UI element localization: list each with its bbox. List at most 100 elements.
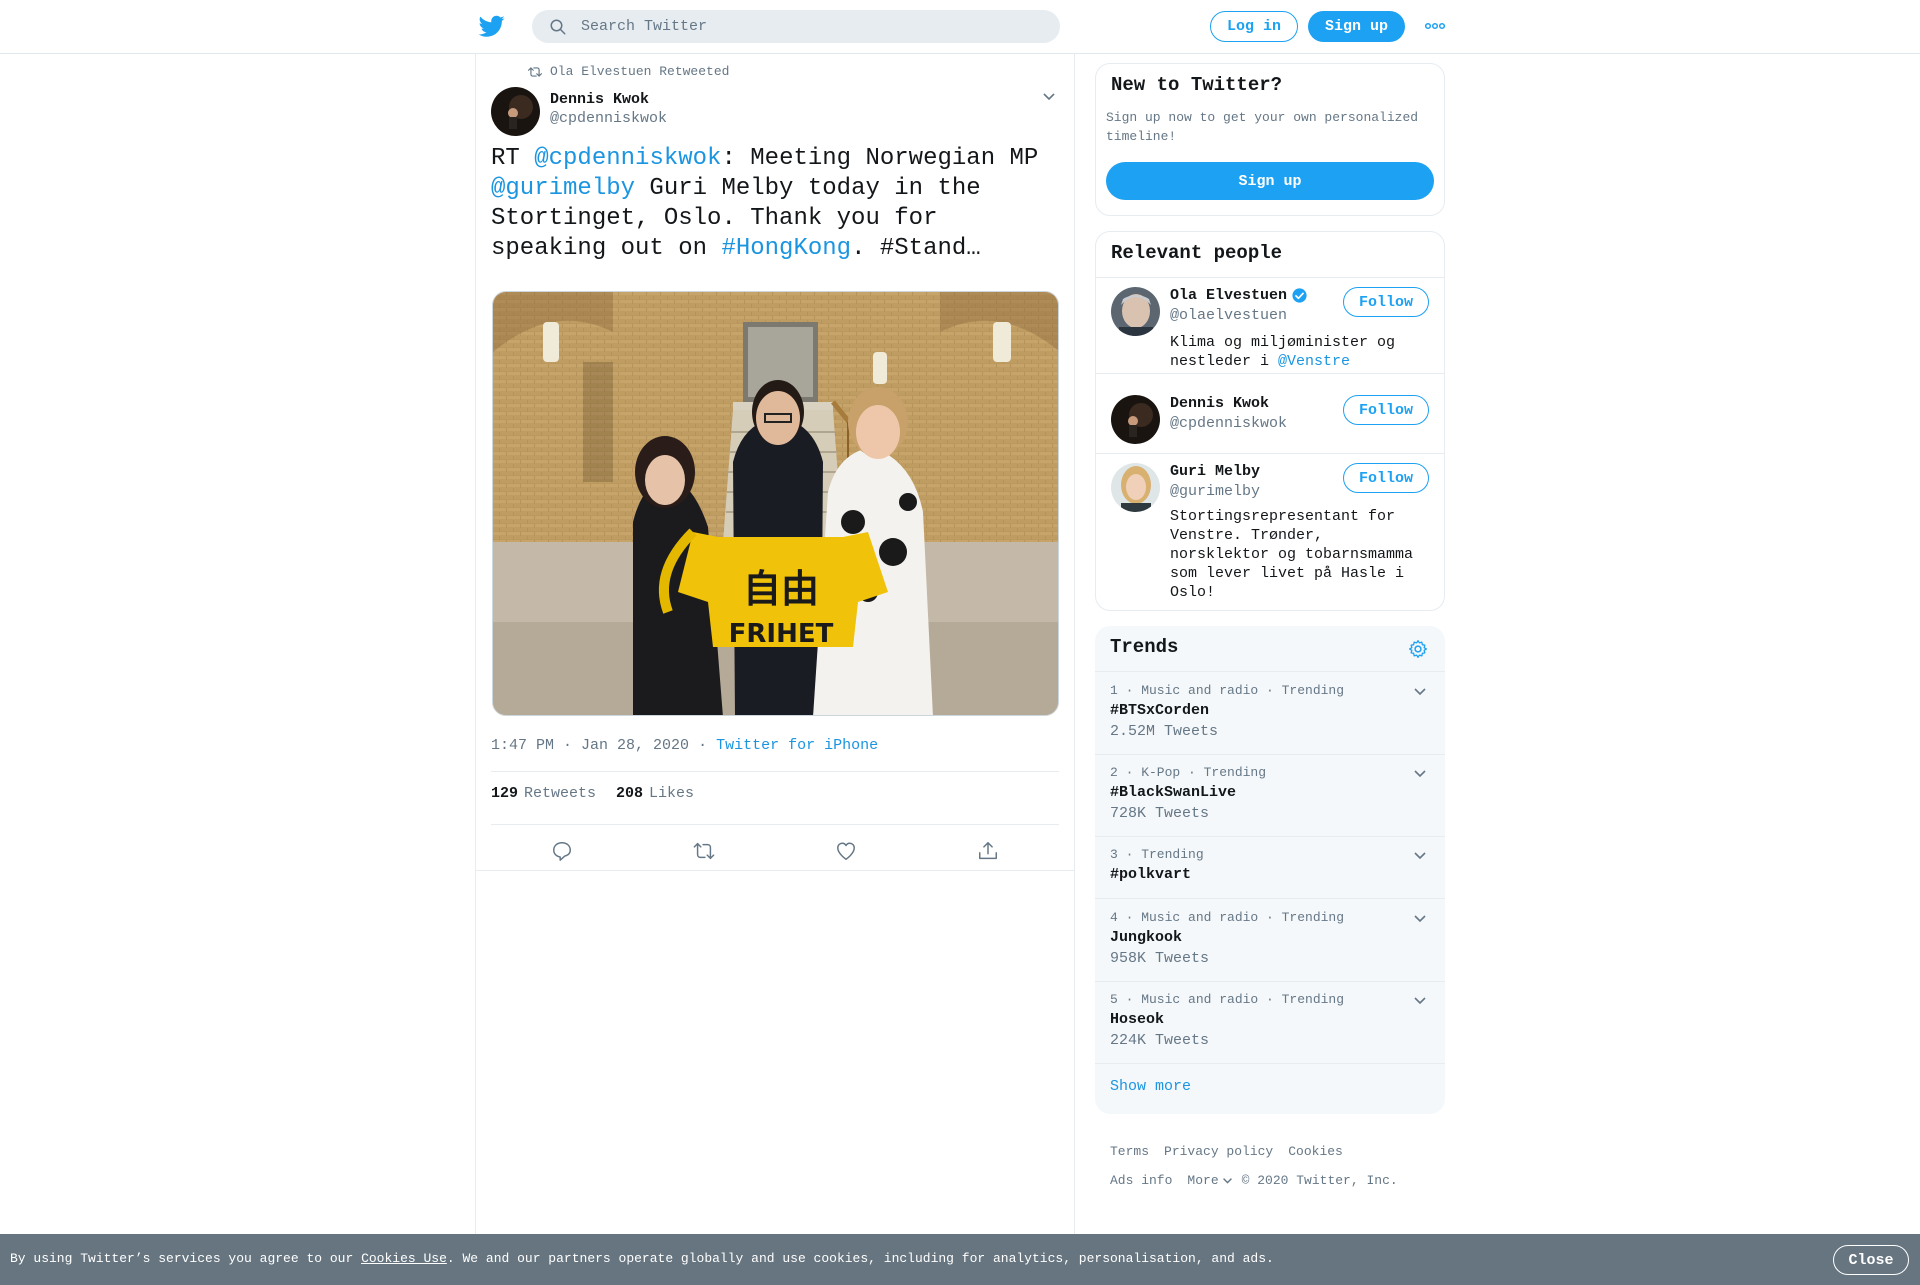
tweet-photo[interactable]: 自由 FRIHET — [492, 291, 1059, 716]
tweet-actions — [491, 826, 1059, 874]
divider — [1096, 373, 1444, 374]
avatar[interactable] — [1111, 395, 1160, 444]
divider — [1095, 754, 1445, 755]
retweet-context: Ola Elvestuen Retweeted — [528, 64, 729, 79]
chevron-down-icon[interactable] — [1413, 851, 1427, 861]
search-icon — [550, 19, 566, 34]
divider — [1095, 671, 1445, 672]
trend-name[interactable]: Jungkook — [1110, 929, 1182, 946]
trend-name[interactable]: #polkvart — [1110, 866, 1191, 883]
close-cookie-bar-button[interactable]: Close — [1833, 1245, 1909, 1275]
mention-link[interactable]: @Venstre — [1278, 353, 1350, 370]
relevant-people-card: Relevant people Ola Elvestuen @olaelvest… — [1095, 231, 1445, 611]
trends-title: Trends — [1110, 636, 1179, 658]
reply-icon[interactable] — [551, 840, 573, 862]
person-bio: Klima og miljøminister og nestleder i @V… — [1170, 334, 1396, 370]
divider — [1095, 1063, 1445, 1064]
avatar[interactable] — [1111, 287, 1160, 336]
chevron-down-icon[interactable] — [1413, 996, 1427, 1006]
search-input[interactable] — [581, 18, 1021, 35]
chevron-down-icon — [1222, 1177, 1232, 1184]
footer-links-row-1: Terms Privacy policy Cookies — [1110, 1144, 1343, 1159]
divider — [491, 771, 1059, 772]
person-name[interactable]: Guri Melby — [1170, 463, 1260, 480]
trend-name[interactable]: #BTSxCorden — [1110, 702, 1209, 719]
divider — [1095, 981, 1445, 982]
trend-meta: 1 · Music and radio · Trending — [1110, 683, 1345, 698]
photo-shirt-text: FRIHET — [729, 619, 834, 649]
retweet-icon — [528, 66, 542, 77]
likes-stat[interactable]: 208 Likes — [616, 785, 694, 802]
chevron-down-icon[interactable] — [1413, 687, 1427, 697]
tweet-stats: 129 Retweets 208 Likes — [491, 785, 694, 802]
signup-button[interactable]: Sign up — [1308, 11, 1405, 42]
divider — [1096, 277, 1444, 278]
person-name[interactable]: Ola Elvestuen — [1170, 287, 1308, 304]
new-to-twitter-title: New to Twitter? — [1111, 74, 1283, 96]
retweet-context-text: Ola Elvestuen Retweeted — [550, 64, 730, 79]
like-heart-icon[interactable] — [835, 840, 857, 862]
divider — [1095, 898, 1445, 899]
top-bar: Log in Sign up — [0, 0, 1920, 54]
more-options-icon[interactable] — [1425, 20, 1445, 32]
divider — [491, 824, 1059, 825]
person-handle[interactable]: @gurimelby — [1170, 483, 1260, 500]
trend-meta: 4 · Music and radio · Trending — [1110, 910, 1345, 925]
mention-link[interactable]: @gurimelby — [491, 175, 635, 202]
person-handle[interactable]: @cpdenniskwok — [1170, 415, 1287, 432]
trend-meta: 2 · K-Pop · Trending — [1110, 765, 1267, 780]
trend-name[interactable]: #BlackSwanLive — [1110, 784, 1236, 801]
trend-count: 728K Tweets — [1110, 805, 1210, 822]
divider — [1095, 836, 1445, 837]
retweets-stat[interactable]: 129 Retweets — [491, 785, 596, 802]
cookie-consent-bar: By using Twitter’s services you agree to… — [0, 1234, 1920, 1285]
gear-icon[interactable] — [1408, 639, 1428, 659]
tweet-column: Ola Elvestuen Retweeted Dennis Kwok @cpd… — [475, 54, 1075, 1234]
footer-ads-info-link[interactable]: Ads info — [1110, 1173, 1172, 1188]
cookie-consent-text: By using Twitter’s services you agree to… — [10, 1251, 1274, 1266]
person-name[interactable]: Dennis Kwok — [1170, 395, 1269, 412]
follow-button[interactable]: Follow — [1343, 463, 1429, 493]
chevron-down-icon[interactable] — [1413, 914, 1427, 924]
hashtag-link[interactable]: #HongKong — [721, 235, 851, 262]
twitter-logo-icon[interactable] — [478, 13, 506, 39]
show-more-link[interactable]: Show more — [1110, 1078, 1191, 1095]
follow-button[interactable]: Follow — [1343, 287, 1429, 317]
photo-shirt-text: 自由 — [743, 567, 819, 611]
trend-meta: 3 · Trending — [1110, 847, 1204, 862]
divider — [476, 870, 1074, 871]
new-to-twitter-text: Sign up now to get your own personalized… — [1106, 110, 1419, 144]
trends-card: Trends 1 · Music and radio · Trending #B… — [1095, 626, 1445, 1114]
author-avatar[interactable] — [491, 87, 540, 136]
trend-count: 958K Tweets — [1110, 950, 1210, 967]
chevron-down-icon[interactable] — [1042, 92, 1056, 102]
verified-badge-icon — [1292, 288, 1307, 303]
search-box[interactable] — [532, 10, 1060, 43]
footer-copyright: © 2020 Twitter, Inc. — [1241, 1173, 1398, 1188]
tweet-timestamp[interactable]: 1:47 PM · Jan 28, 2020 — [491, 737, 689, 754]
follow-button[interactable]: Follow — [1343, 395, 1429, 425]
cookies-use-link[interactable]: Cookies Use — [361, 1251, 447, 1266]
relevant-people-title: Relevant people — [1111, 242, 1283, 264]
login-button[interactable]: Log in — [1210, 11, 1298, 42]
footer-more-link[interactable]: More — [1187, 1173, 1232, 1188]
trend-count: 224K Tweets — [1110, 1032, 1210, 1049]
footer-privacy-link[interactable]: Privacy policy — [1164, 1144, 1273, 1159]
avatar[interactable] — [1111, 463, 1160, 512]
retweet-icon[interactable] — [693, 840, 715, 862]
tweet-source[interactable]: Twitter for iPhone — [716, 737, 878, 754]
tweet-metadata: 1:47 PM · Jan 28, 2020 · Twitter for iPh… — [491, 737, 878, 754]
trend-meta: 5 · Music and radio · Trending — [1110, 992, 1345, 1007]
footer-cookies-link[interactable]: Cookies — [1288, 1144, 1343, 1159]
footer-terms-link[interactable]: Terms — [1110, 1144, 1149, 1159]
chevron-down-icon[interactable] — [1413, 769, 1427, 779]
new-to-twitter-card: New to Twitter? Sign up now to get your … — [1095, 63, 1445, 216]
author-name[interactable]: Dennis Kwok — [550, 91, 649, 108]
tweet-text: RT @cpdenniskwok: Meeting Norwegian MP @… — [491, 145, 1039, 262]
mention-link[interactable]: @cpdenniskwok — [534, 145, 721, 172]
author-handle[interactable]: @cpdenniskwok — [550, 110, 667, 127]
trend-name[interactable]: Hoseok — [1110, 1011, 1164, 1028]
person-handle[interactable]: @olaelvestuen — [1170, 307, 1287, 324]
sidebar-signup-button[interactable]: Sign up — [1106, 162, 1434, 200]
share-icon[interactable] — [977, 840, 999, 862]
